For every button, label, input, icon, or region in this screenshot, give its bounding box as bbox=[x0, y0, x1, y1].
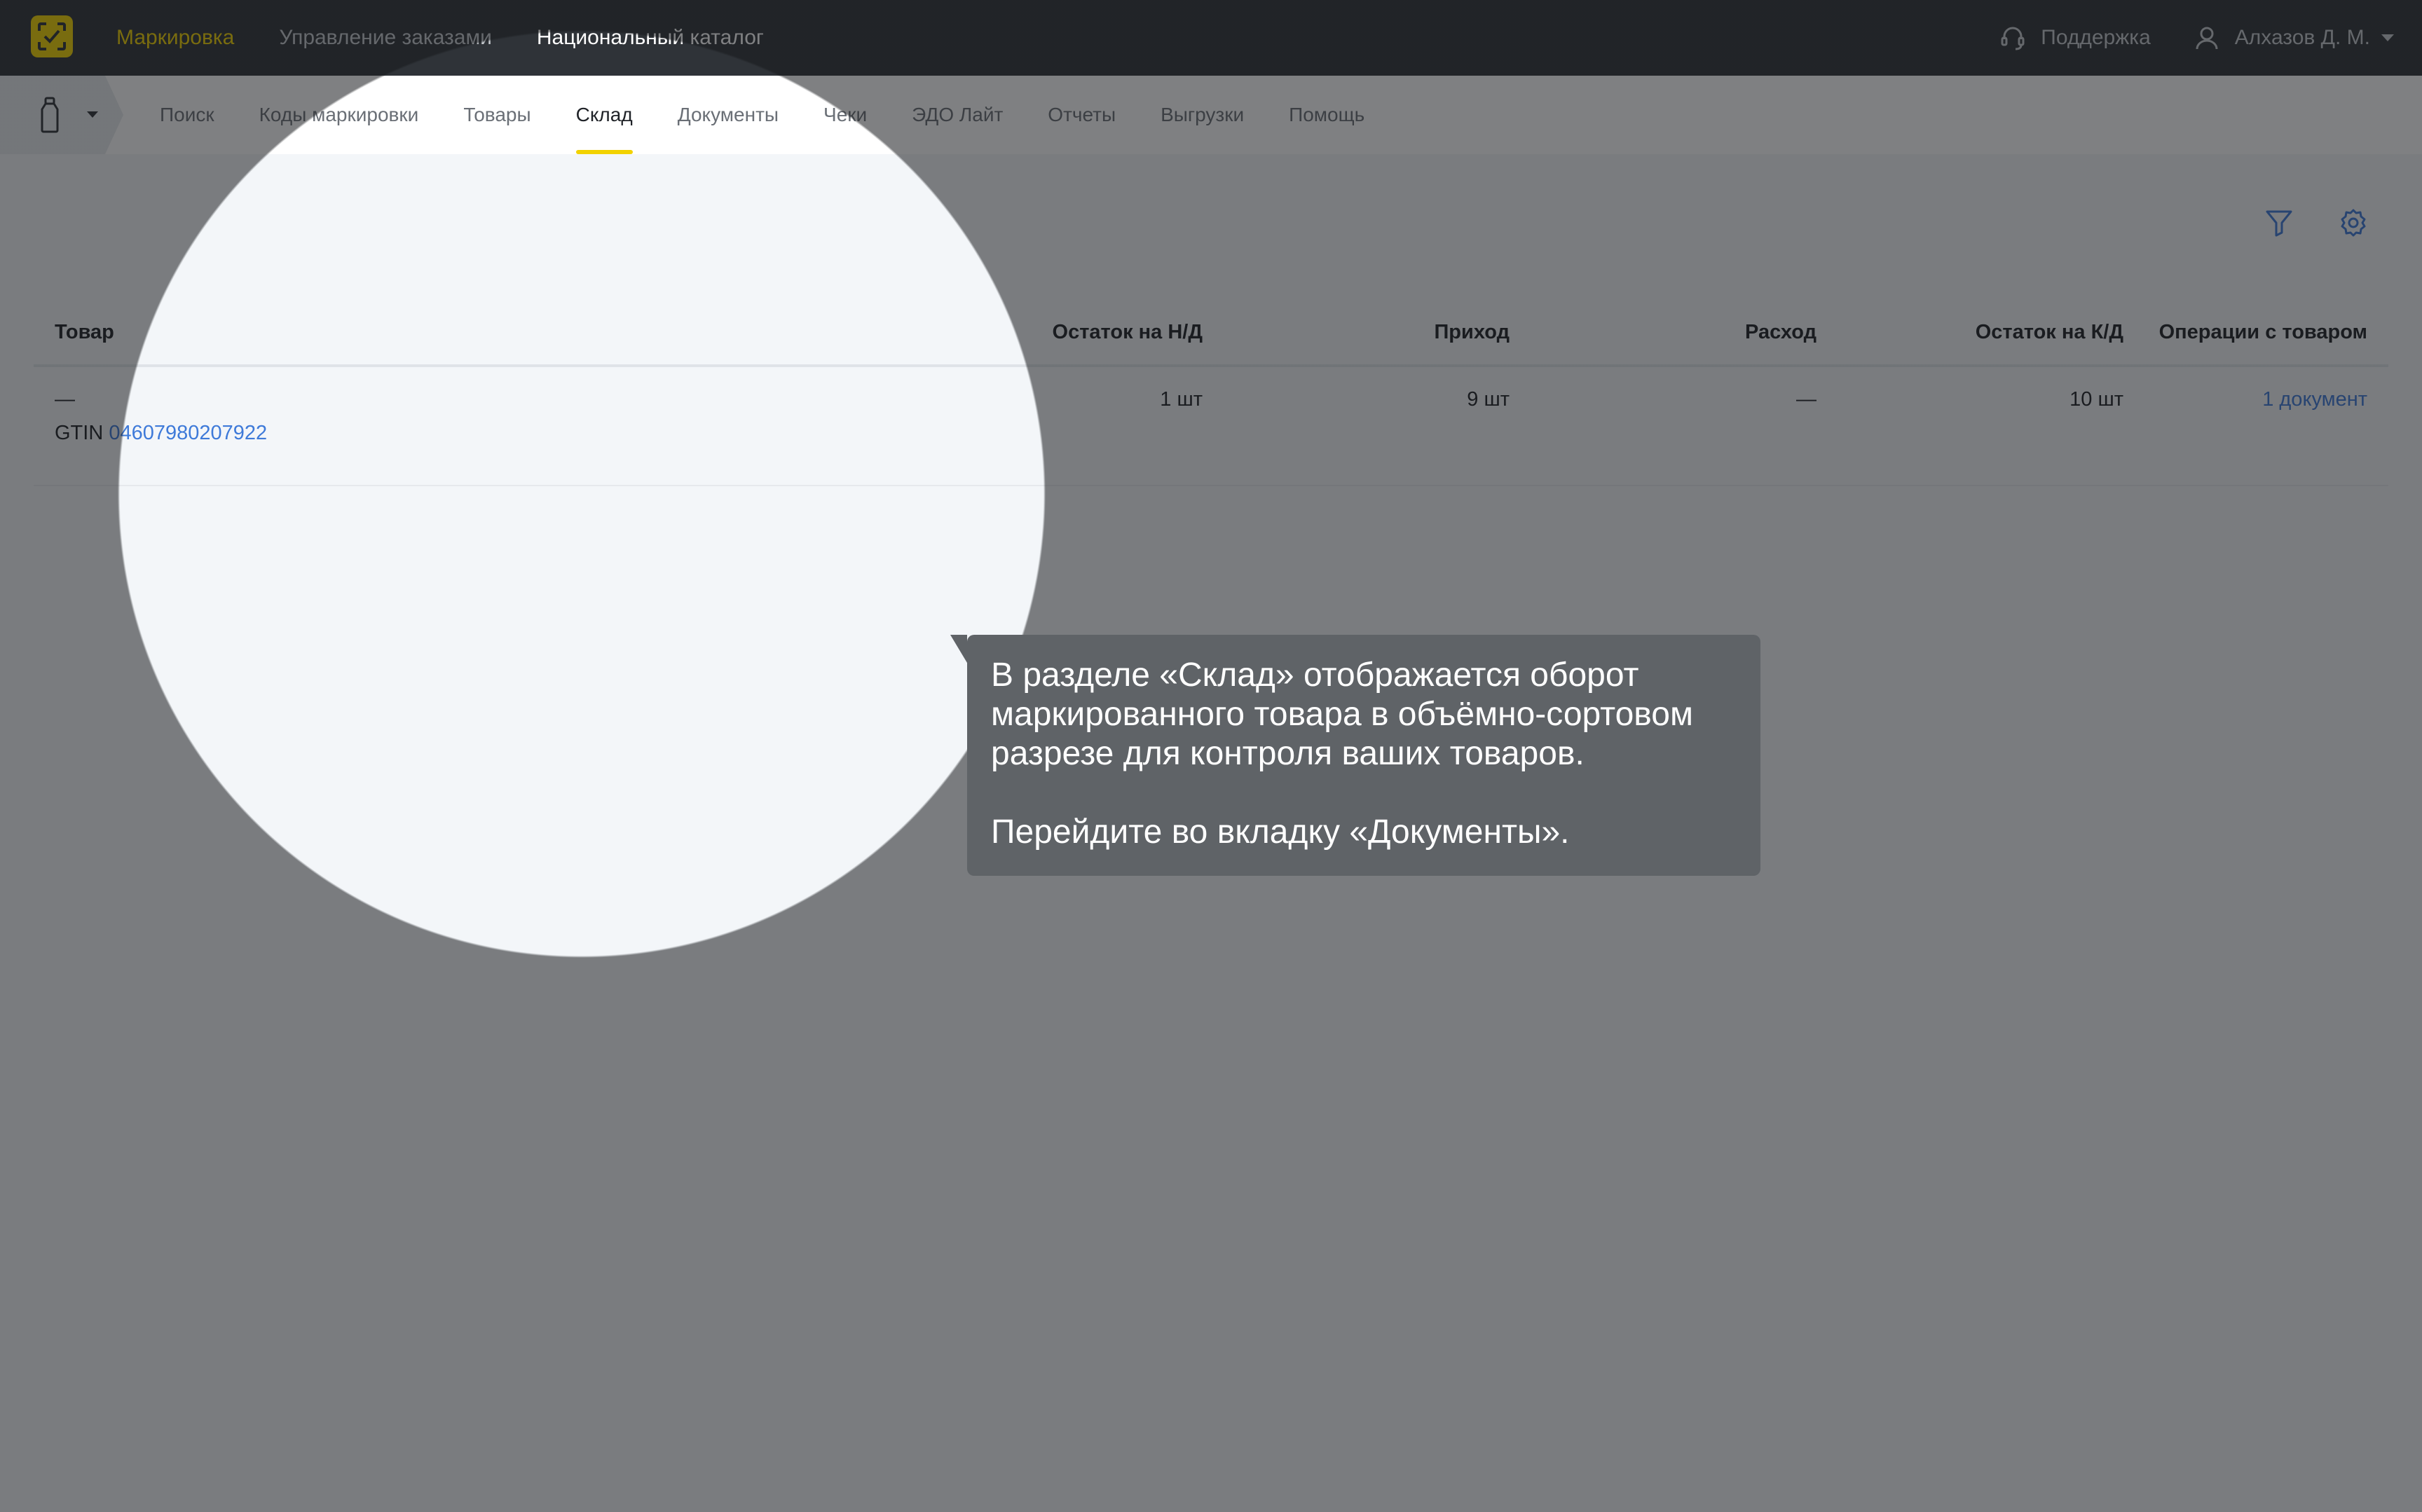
settings-button[interactable] bbox=[2338, 207, 2369, 242]
tooltip-line: маркированного товара в объёмно-сортовом bbox=[991, 696, 1693, 733]
support-label: Поддержка bbox=[2041, 26, 2151, 49]
section-nav: Поиск Коды маркировки Товары Склад Докум… bbox=[0, 76, 2422, 154]
start-balance-value: 1 шт bbox=[1160, 388, 1203, 411]
gtin-link[interactable]: 04607980207922 bbox=[109, 422, 267, 444]
tab-receipts[interactable]: Чеки bbox=[823, 76, 867, 154]
gear-icon bbox=[2341, 209, 2366, 237]
user-menu[interactable]: Алхазов Д. М. bbox=[2193, 24, 2394, 52]
tooltip-line: В разделе «Склад» отображается оборот bbox=[991, 657, 1639, 694]
filter-icon bbox=[2266, 210, 2292, 237]
product-name: — bbox=[55, 388, 75, 411]
user-icon bbox=[2196, 27, 2218, 50]
nav-marking[interactable]: Маркировка bbox=[116, 26, 234, 50]
tab-search[interactable]: Поиск bbox=[160, 76, 214, 154]
table-header: Товар Остаток на Н/Д Приход Расход Остат… bbox=[34, 308, 2388, 367]
product-group-switcher[interactable] bbox=[0, 76, 123, 154]
tab-edo-lite[interactable]: ЭДО Лайт bbox=[912, 76, 1003, 154]
gtin-prefix: GTIN bbox=[55, 422, 104, 444]
expense-value: — bbox=[1796, 388, 1817, 411]
top-right: Поддержка Алхазов Д. М. bbox=[1957, 0, 2394, 76]
headset-icon bbox=[2001, 27, 2025, 50]
tab-exports[interactable]: Выгрузки bbox=[1161, 76, 1244, 154]
onboarding-tooltip: В разделе «Склад» отображается оборот ма… bbox=[950, 635, 1760, 876]
gtin-label: GTIN 04607980207922 bbox=[55, 422, 267, 445]
top-nav: Маркировка Управление заказами Националь… bbox=[116, 0, 809, 76]
col-start-balance[interactable]: Остаток на Н/Д bbox=[1053, 321, 1203, 344]
tooltip-spacer bbox=[991, 774, 1737, 813]
table-row: — GTIN 04607980207922 1 шт 9 шт — 10 шт … bbox=[34, 367, 2388, 486]
income-value: 9 шт bbox=[1467, 388, 1510, 411]
tab-warehouse[interactable]: Склад bbox=[575, 76, 633, 154]
chevron-down-icon bbox=[2381, 34, 2394, 41]
chevron-down-icon bbox=[87, 111, 98, 118]
bottle-icon bbox=[41, 97, 59, 133]
tab-marking-codes[interactable]: Коды маркировки bbox=[259, 76, 419, 154]
tab-reports[interactable]: Отчеты bbox=[1048, 76, 1116, 154]
tab-help[interactable]: Помощь bbox=[1289, 76, 1364, 154]
tooltip-line: разрезе для контроля ваших товаров. bbox=[991, 735, 1585, 772]
filter-button[interactable] bbox=[2264, 207, 2294, 242]
col-end-balance[interactable]: Остаток на К/Д bbox=[1976, 321, 2123, 344]
nav-national-catalog[interactable]: Национальный каталог bbox=[537, 26, 764, 50]
app-logo[interactable] bbox=[31, 15, 73, 57]
col-income[interactable]: Приход bbox=[1434, 321, 1510, 344]
end-balance-value: 10 шт bbox=[2069, 388, 2123, 411]
support-link[interactable]: Поддержка bbox=[1999, 24, 2151, 52]
nav-order-management[interactable]: Управление заказами bbox=[279, 26, 492, 50]
col-product[interactable]: Товар bbox=[55, 321, 114, 344]
col-expense[interactable]: Расход bbox=[1745, 321, 1817, 344]
section-tabs: Поиск Коды маркировки Товары Склад Докум… bbox=[160, 76, 1409, 154]
top-bar: Маркировка Управление заказами Националь… bbox=[0, 0, 2422, 76]
tab-products[interactable]: Товары bbox=[463, 76, 531, 154]
col-operations[interactable]: Операции с товаром bbox=[2159, 321, 2367, 344]
user-name: Алхазов Д. М. bbox=[2234, 26, 2370, 49]
logo-icon bbox=[38, 22, 66, 50]
tab-documents[interactable]: Документы bbox=[678, 76, 779, 154]
operations-link[interactable]: 1 документ bbox=[2262, 388, 2367, 411]
tooltip-line: Перейдите во вкладку «Документы». bbox=[991, 813, 1570, 851]
